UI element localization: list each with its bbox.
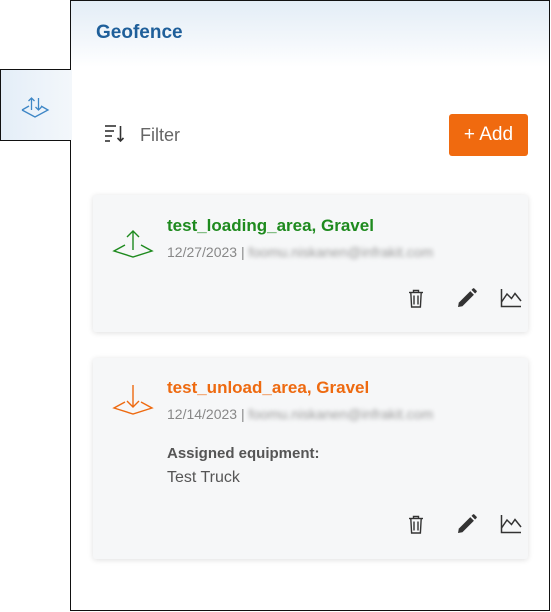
geofence-layers-icon	[20, 95, 50, 124]
side-tab-geofence[interactable]	[0, 69, 71, 141]
edit-icon[interactable]	[454, 511, 480, 537]
filter-label: Filter	[140, 124, 180, 145]
download-arrow-area-icon	[112, 383, 154, 420]
side-tab-join	[70, 70, 72, 140]
assigned-equipment-value: Test Truck	[167, 469, 240, 486]
geofence-panel: Geofence Filter + Add test_loading_area,…	[70, 0, 550, 611]
geofence-meta: 12/14/2023 | foomu.niskanen@infrakit.com	[167, 406, 433, 422]
delete-icon[interactable]	[403, 285, 429, 311]
geofence-card[interactable]: test_loading_area, Gravel 12/27/2023 | f…	[93, 195, 528, 332]
filter-button[interactable]: Filter	[104, 120, 180, 150]
geofence-name: test_unload_area, Gravel	[167, 378, 370, 397]
geofence-date: 12/14/2023	[167, 406, 238, 422]
upload-arrow-area-icon	[112, 228, 154, 263]
geofence-date: 12/27/2023	[167, 244, 238, 260]
meta-separator: |	[240, 406, 245, 422]
edit-icon[interactable]	[454, 285, 480, 311]
chart-icon[interactable]	[498, 285, 524, 311]
panel-title: Geofence	[96, 22, 183, 43]
card-actions	[328, 285, 528, 311]
geofence-user: foomu.niskanen@infrakit.com	[248, 244, 434, 260]
panel-header: Geofence	[71, 1, 549, 67]
sort-filter-icon	[104, 123, 126, 148]
card-actions	[328, 511, 528, 537]
add-geofence-button[interactable]: + Add	[449, 114, 528, 156]
chart-icon[interactable]	[498, 511, 524, 537]
geofence-name: test_loading_area, Gravel	[167, 216, 374, 235]
geofence-meta: 12/27/2023 | foomu.niskanen@infrakit.com	[167, 244, 433, 260]
delete-icon[interactable]	[403, 511, 429, 537]
geofence-card[interactable]: test_unload_area, Gravel 12/14/2023 | fo…	[93, 358, 528, 559]
assigned-equipment-label: Assigned equipment:	[167, 445, 320, 462]
meta-separator: |	[240, 244, 245, 260]
geofence-user: foomu.niskanen@infrakit.com	[248, 406, 434, 422]
